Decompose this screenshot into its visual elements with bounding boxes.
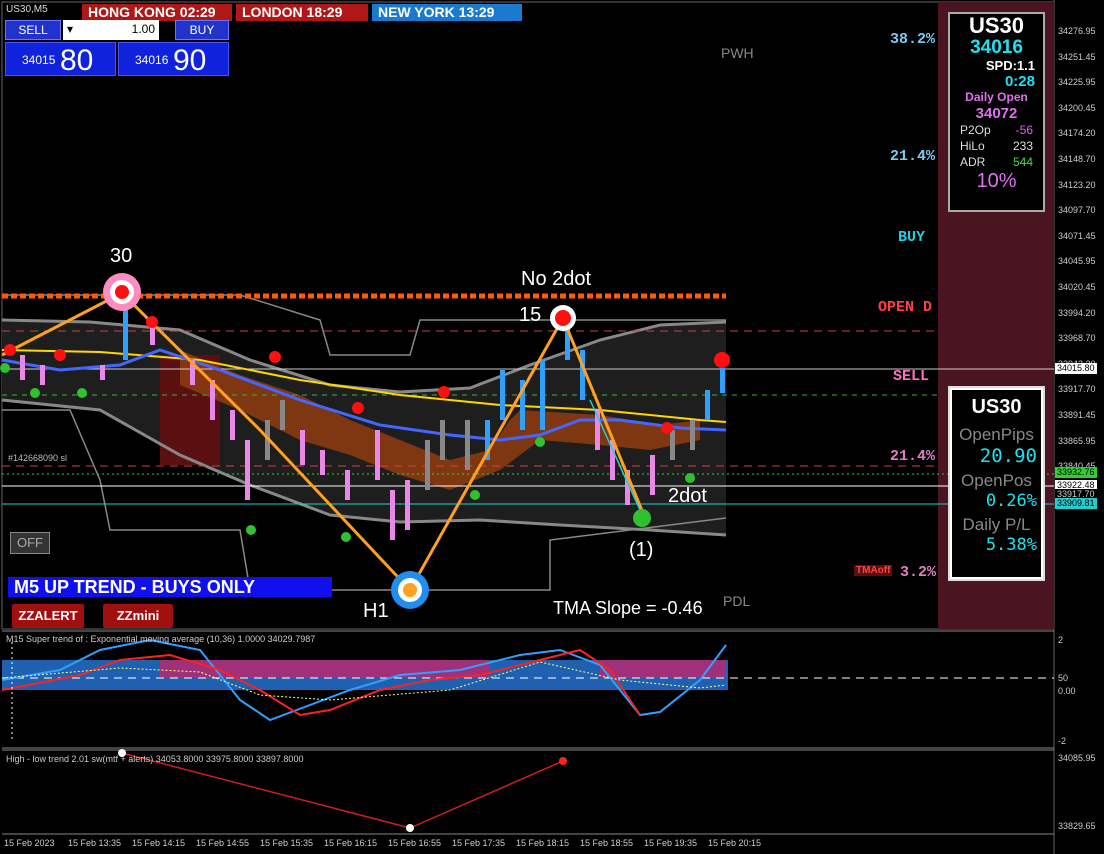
- price-axis-label: 34071.45: [1058, 230, 1096, 241]
- info-row-p2op: P2Op -56: [960, 123, 1033, 137]
- pivot-label-15: 15: [519, 304, 542, 326]
- pos-symbol: US30: [971, 396, 1022, 418]
- info-spread: SPD:1.1: [985, 58, 1035, 73]
- info-price: 34016: [970, 37, 1023, 58]
- symbol-info-panel: US30 34016 SPD:1.1 0:28 Daily Open 34072…: [948, 12, 1045, 212]
- open-d-label: OPEN D: [878, 299, 933, 316]
- price-axis-label: 34123.20: [1058, 179, 1096, 190]
- time-axis-label: 15 Feb 15:35: [260, 838, 314, 848]
- pivot-label-30: 30: [110, 245, 133, 267]
- indicator-2-title: High - low trend 2.01 sw(mtf + alerts) 3…: [6, 754, 304, 764]
- time-axis-label: 15 Feb 17:35: [452, 838, 506, 848]
- zzmini-button[interactable]: ZZmini: [103, 604, 173, 628]
- pdl-label: PDL: [723, 593, 751, 609]
- price-axis-label: 33917.70: [1058, 384, 1096, 395]
- no-2dot-label: No 2dot: [521, 268, 592, 290]
- fib-level-214-top: 21.4%: [890, 148, 936, 165]
- info-daily-open: 34072: [975, 105, 1018, 122]
- fib-level-382-top: 38.2%: [890, 31, 936, 48]
- info-timer: 0:28: [1004, 73, 1035, 90]
- price-axis-label: 33968.70: [1058, 333, 1096, 344]
- price-tag: 33909.81: [1055, 498, 1097, 509]
- indicator-1-title: M15 Super trend of : Exponential moving …: [6, 634, 316, 644]
- fib-level-32-bottom: 3.2%: [900, 564, 937, 581]
- time-axis-label: 15 Feb 16:15: [324, 838, 378, 848]
- price-axis-label: 34097.70: [1058, 205, 1096, 216]
- price-axis-label: 34174.20: [1058, 128, 1096, 139]
- info-daily-open-label: Daily Open: [965, 90, 1028, 104]
- tma-off-label[interactable]: TMAoff: [854, 565, 893, 576]
- 2dot-label: 2dot: [668, 485, 707, 507]
- chart-canvas: [0, 0, 1055, 854]
- clock-hong-kong: HONG KONG 02:29: [82, 4, 232, 21]
- time-axis-label: 15 Feb 20:15: [708, 838, 762, 848]
- time-axis-label: 15 Feb 18:15: [516, 838, 570, 848]
- info-row-hilo: HiLo 233: [960, 139, 1033, 153]
- h1-label: H1: [363, 600, 389, 622]
- trend-banner: M5 UP TREND - BUYS ONLY: [8, 577, 332, 597]
- open-pips-label: OpenPips: [959, 425, 1034, 444]
- paren-1-label: (1): [629, 539, 654, 561]
- order-tag-label: #142668090 sl: [8, 453, 68, 463]
- price-axis-label: 33994.20: [1058, 307, 1096, 318]
- lot-size-input[interactable]: ▾ 1.00: [63, 20, 159, 40]
- buy-price-box[interactable]: 34016 90: [118, 42, 229, 77]
- time-axis-label: 15 Feb 13:35: [68, 838, 122, 848]
- open-pos-value: 0.26%: [985, 491, 1037, 511]
- price-axis-label: 34225.95: [1058, 77, 1096, 88]
- info-row-adr: ADR 544: [960, 155, 1033, 169]
- daily-pl-label: Daily P/L: [962, 515, 1031, 534]
- ind1-axis-top: 2: [1058, 635, 1064, 645]
- ind2-axis-top: 34085.95: [1058, 753, 1096, 763]
- price-axis-label: 34020.45: [1058, 282, 1096, 292]
- time-axis-label: 15 Feb 16:55: [388, 838, 442, 848]
- info-symbol: US30: [968, 13, 1025, 38]
- buy-signal-label: BUY: [898, 229, 926, 246]
- time-axis-label: 15 Feb 14:15: [132, 838, 186, 848]
- price-axis-label: 34200.45: [1058, 102, 1096, 113]
- buy-button[interactable]: BUY: [175, 20, 229, 40]
- ind1-axis-50: 50: [1058, 673, 1069, 683]
- ind2-axis-bottom: 33829.65: [1058, 821, 1096, 831]
- price-axis: 34276.95 34251.45 34225.95 34200.45 34174.20…: [1058, 0, 1104, 630]
- time-axis-label: 15 Feb 18:55: [580, 838, 634, 848]
- open-pips-value: 20.90: [979, 445, 1037, 467]
- chevron-down-icon[interactable]: ▾: [67, 20, 73, 38]
- open-pos-label: OpenPos: [961, 471, 1032, 490]
- ind1-axis-bottom: -2: [1058, 736, 1067, 746]
- price-axis-label: 34251.45: [1058, 51, 1096, 62]
- time-axis-label: 15 Feb 14:55: [196, 838, 250, 848]
- position-info-panel: US30 OpenPips 20.90 OpenPos 0.26% Daily …: [948, 386, 1045, 581]
- price-axis-label: 34276.95: [1058, 26, 1096, 36]
- price-tag: 34015.80: [1055, 363, 1097, 374]
- price-axis-label: 33891.45: [1058, 410, 1096, 420]
- price-axis-label: 34148.70: [1058, 154, 1096, 164]
- sell-signal-label: SELL: [893, 368, 930, 385]
- price-tag: 33932.76: [1055, 467, 1097, 478]
- clock-new-york: NEW YORK 13:29: [372, 4, 522, 21]
- tma-slope-label: TMA Slope = -0.46: [553, 598, 703, 618]
- price-axis-label: 34045.95: [1058, 256, 1096, 267]
- time-axis-label: 15 Feb 19:35: [644, 838, 698, 848]
- symbol-label: US30,M5: [6, 4, 48, 15]
- off-button[interactable]: OFF: [10, 532, 50, 554]
- sell-button[interactable]: SELL: [5, 20, 61, 40]
- one-click-trade-panel: SELL ▾ 1.00 BUY 34015 80 34016 90: [5, 20, 229, 77]
- fib-level-214-bottom: 21.4%: [890, 448, 936, 465]
- info-percent: 10%: [976, 170, 1017, 192]
- pwh-label: PWH: [721, 45, 754, 61]
- daily-pl-value: 5.38%: [985, 535, 1037, 555]
- zzalert-button[interactable]: ZZALERT: [12, 604, 84, 628]
- clock-london: LONDON 18:29: [236, 4, 368, 21]
- price-axis-label: 33865.95: [1058, 435, 1096, 446]
- sell-price-box[interactable]: 34015 80: [5, 42, 116, 77]
- ind1-axis-zero: 0.00: [1058, 686, 1076, 696]
- time-axis-label: 15 Feb 2023: [4, 838, 55, 848]
